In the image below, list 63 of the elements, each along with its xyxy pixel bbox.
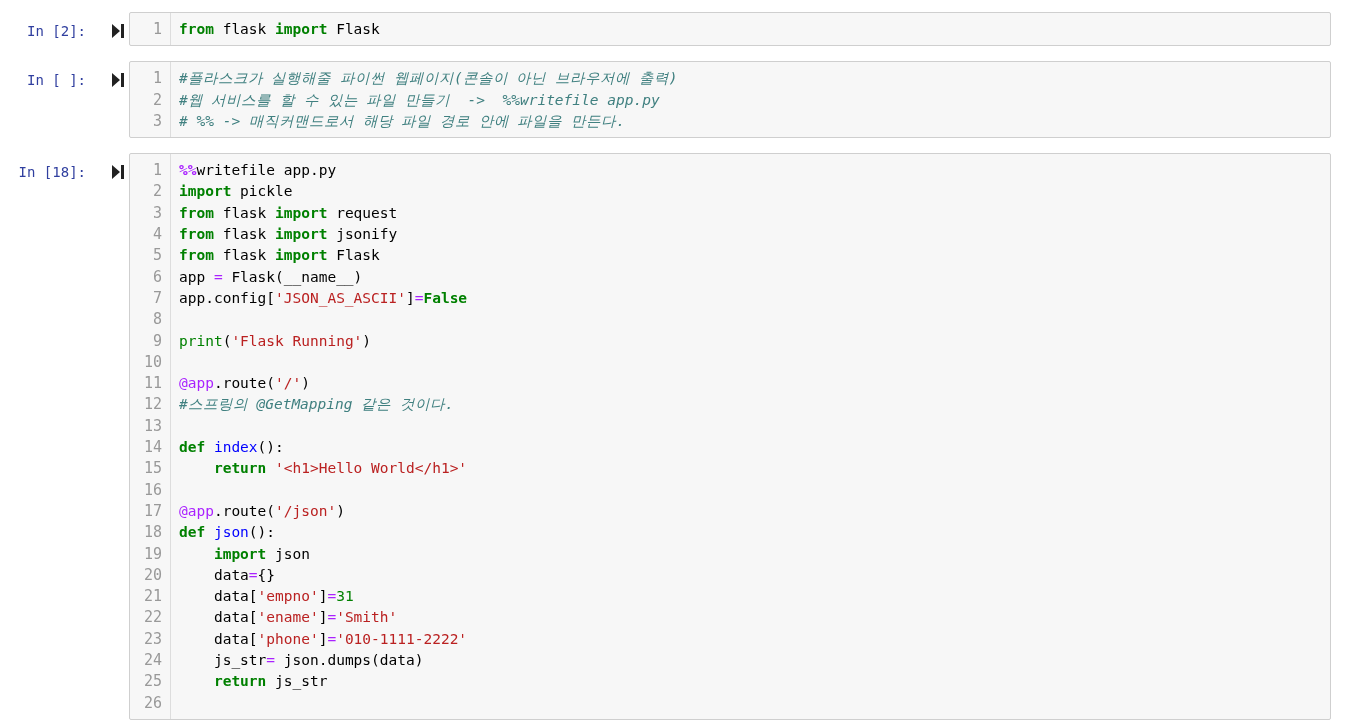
line-number: 1: [151, 68, 163, 90]
code-line: from flask import request: [179, 203, 399, 223]
line-number: 5: [151, 245, 163, 267]
code-editor[interactable]: 1 2 3 #플라스크가 실행해줄 파이썬 웹페이지(콘솔이 아닌 브라우저에 출력) #웹 서비스를 할 수 있는 파일 만들기 -> %%writefile app.py # %% -> 매직커맨드로서 해당 파일 경로 안에 파일을 만든다.: [129, 61, 1331, 139]
line-number: 13: [142, 415, 163, 437]
line-number: 14: [142, 437, 163, 459]
line-number: 26: [142, 692, 163, 714]
step-forward-icon: [112, 24, 124, 38]
code-line: data['ename']='Smith': [212, 608, 399, 628]
line-number: 10: [142, 351, 163, 373]
line-number: 25: [142, 671, 163, 693]
code-line: @app.route('/json'): [179, 501, 346, 521]
code-line: js_str= json.dumps(data): [212, 651, 425, 671]
step-forward-icon: [112, 165, 124, 180]
line-number: 11: [142, 373, 163, 395]
code-line: app = Flask(__name__): [179, 267, 364, 288]
cell-prompt: In [2]:: [26, 22, 86, 41]
code-line: #웹 서비스를 할 수 있는 파일 만들기 -> %%writefile app.py: [179, 90, 661, 110]
code-editor[interactable]: 1 from flask import Flask: [129, 12, 1331, 47]
cell-prompt: In [18]:: [17, 163, 86, 183]
code-line: data['empno']=31: [212, 587, 355, 607]
line-number: 12: [142, 394, 163, 416]
code-line: # %% -> 매직커맨드로서 해당 파일 경로 안에 파일을 만든다.: [179, 111, 626, 131]
code-line: data={}: [212, 565, 277, 585]
line-number: 2: [151, 89, 163, 111]
code-line: def json():: [179, 523, 277, 543]
code-line: def index():: [179, 438, 285, 458]
line-number: 22: [142, 607, 163, 629]
step-forward-icon: [112, 73, 124, 88]
line-number: 24: [142, 650, 163, 671]
code-line: #스프링의 @GetMapping 같은 것이다.: [179, 395, 455, 415]
line-number: 20: [142, 564, 163, 586]
line-number: 4: [151, 224, 163, 246]
code-line: @app.route('/'): [179, 374, 311, 394]
code-line: import json: [212, 544, 311, 564]
code-line: %%writefile app.py: [179, 161, 338, 181]
line-number: 16: [142, 479, 163, 501]
line-number: 6: [151, 266, 163, 288]
code-line: from flask import Flask: [179, 20, 380, 39]
line-number: 18: [142, 522, 163, 544]
line-number: 8: [151, 309, 163, 331]
line-number: 21: [142, 586, 163, 608]
code-line: from flask import jsonify: [179, 225, 399, 245]
code-line: #플라스크가 실행해줄 파이썬 웹페이지(콘솔이 아닌 브라우저에 출력): [179, 69, 678, 89]
line-number: 23: [142, 628, 163, 650]
line-number: 19: [142, 543, 163, 565]
line-number: 15: [142, 458, 163, 480]
code-line: data['phone']='010-1111-2222': [212, 629, 468, 649]
line-number: 1: [151, 19, 163, 40]
line-number: 1: [151, 160, 163, 182]
code-line: app.config['JSON_AS_ASCII']=False: [179, 288, 468, 309]
code-line: return js_str: [212, 672, 329, 692]
code-line: print('Flask Running'): [179, 331, 373, 351]
code-line: import pickle: [179, 182, 294, 202]
line-number: 2: [151, 181, 163, 203]
line-number: 9: [151, 330, 163, 352]
line-number: 3: [151, 110, 163, 132]
code-line: from flask import Flask: [179, 246, 381, 266]
line-number: 7: [151, 287, 163, 309]
line-number: 17: [142, 500, 163, 522]
line-number: 3: [151, 202, 163, 224]
code-line: return '<h1>Hello World</h1>': [212, 459, 468, 479]
cell-prompt: In [ ]:: [26, 71, 86, 91]
